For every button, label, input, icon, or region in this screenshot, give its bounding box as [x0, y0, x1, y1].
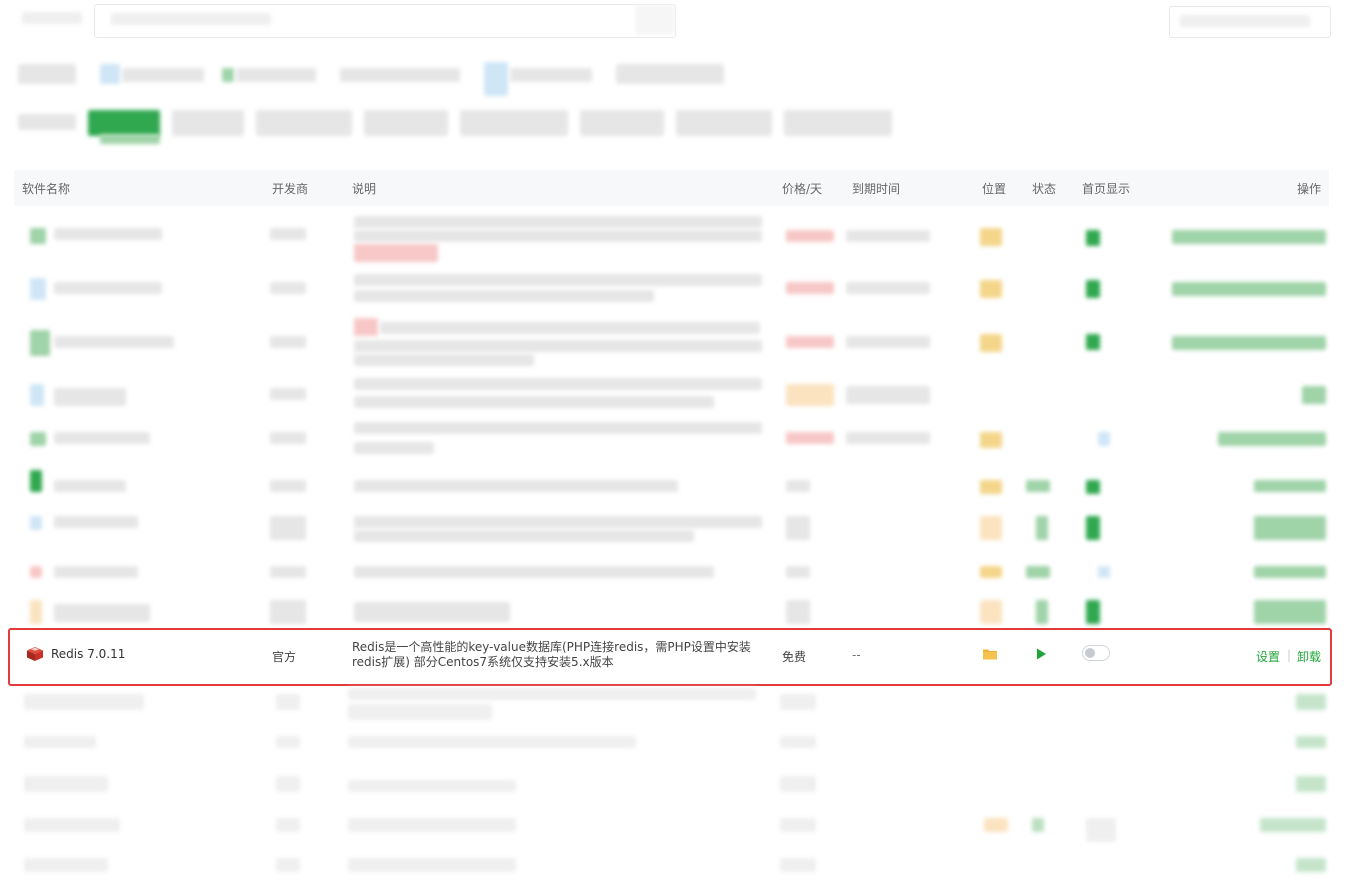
- play-icon[interactable]: [1034, 647, 1048, 661]
- home-display-toggle[interactable]: [1082, 645, 1110, 661]
- col-price-header: 价格/天: [782, 182, 823, 196]
- redis-cube-icon: [27, 647, 43, 661]
- uninstall-button[interactable]: 卸载: [1297, 648, 1321, 665]
- software-name: Redis 7.0.11: [51, 647, 126, 661]
- col-name-header: 软件名称: [22, 182, 71, 196]
- search-label-blurred: [22, 12, 82, 24]
- software-store-page: 软件名称 开发商 说明 价格/天 到期时间 位置 状态 首页显示 操作 Redi…: [0, 0, 1346, 895]
- col-ops-header: 操作: [1297, 182, 1322, 196]
- software-price: 免费: [782, 650, 807, 664]
- col-home-header: 首页显示: [1082, 182, 1131, 196]
- settings-button[interactable]: 设置: [1256, 648, 1280, 665]
- software-expire: --: [852, 648, 861, 662]
- col-expire-header: 到期时间: [852, 182, 901, 196]
- software-vendor: 官方: [272, 650, 297, 664]
- software-description: Redis是一个高性能的key-value数据库(PHP连接redis，需PHP…: [352, 640, 751, 669]
- col-location-header: 位置: [982, 182, 1007, 196]
- folder-icon[interactable]: [982, 647, 998, 661]
- search-right-control[interactable]: [1169, 6, 1331, 38]
- active-category-tab[interactable]: [88, 110, 160, 136]
- search-input[interactable]: [94, 4, 676, 38]
- table-header: 软件名称 开发商 说明 价格/天 到期时间 位置 状态 首页显示 操作: [14, 170, 1329, 206]
- table-row-redis: Redis 7.0.11 官方 Redis是一个高性能的key-value数据库…: [14, 630, 1329, 678]
- col-desc-header: 说明: [352, 182, 377, 196]
- col-status-header: 状态: [1032, 182, 1057, 196]
- col-vendor-header: 开发商: [272, 182, 309, 196]
- ops-separator: |: [1287, 648, 1292, 662]
